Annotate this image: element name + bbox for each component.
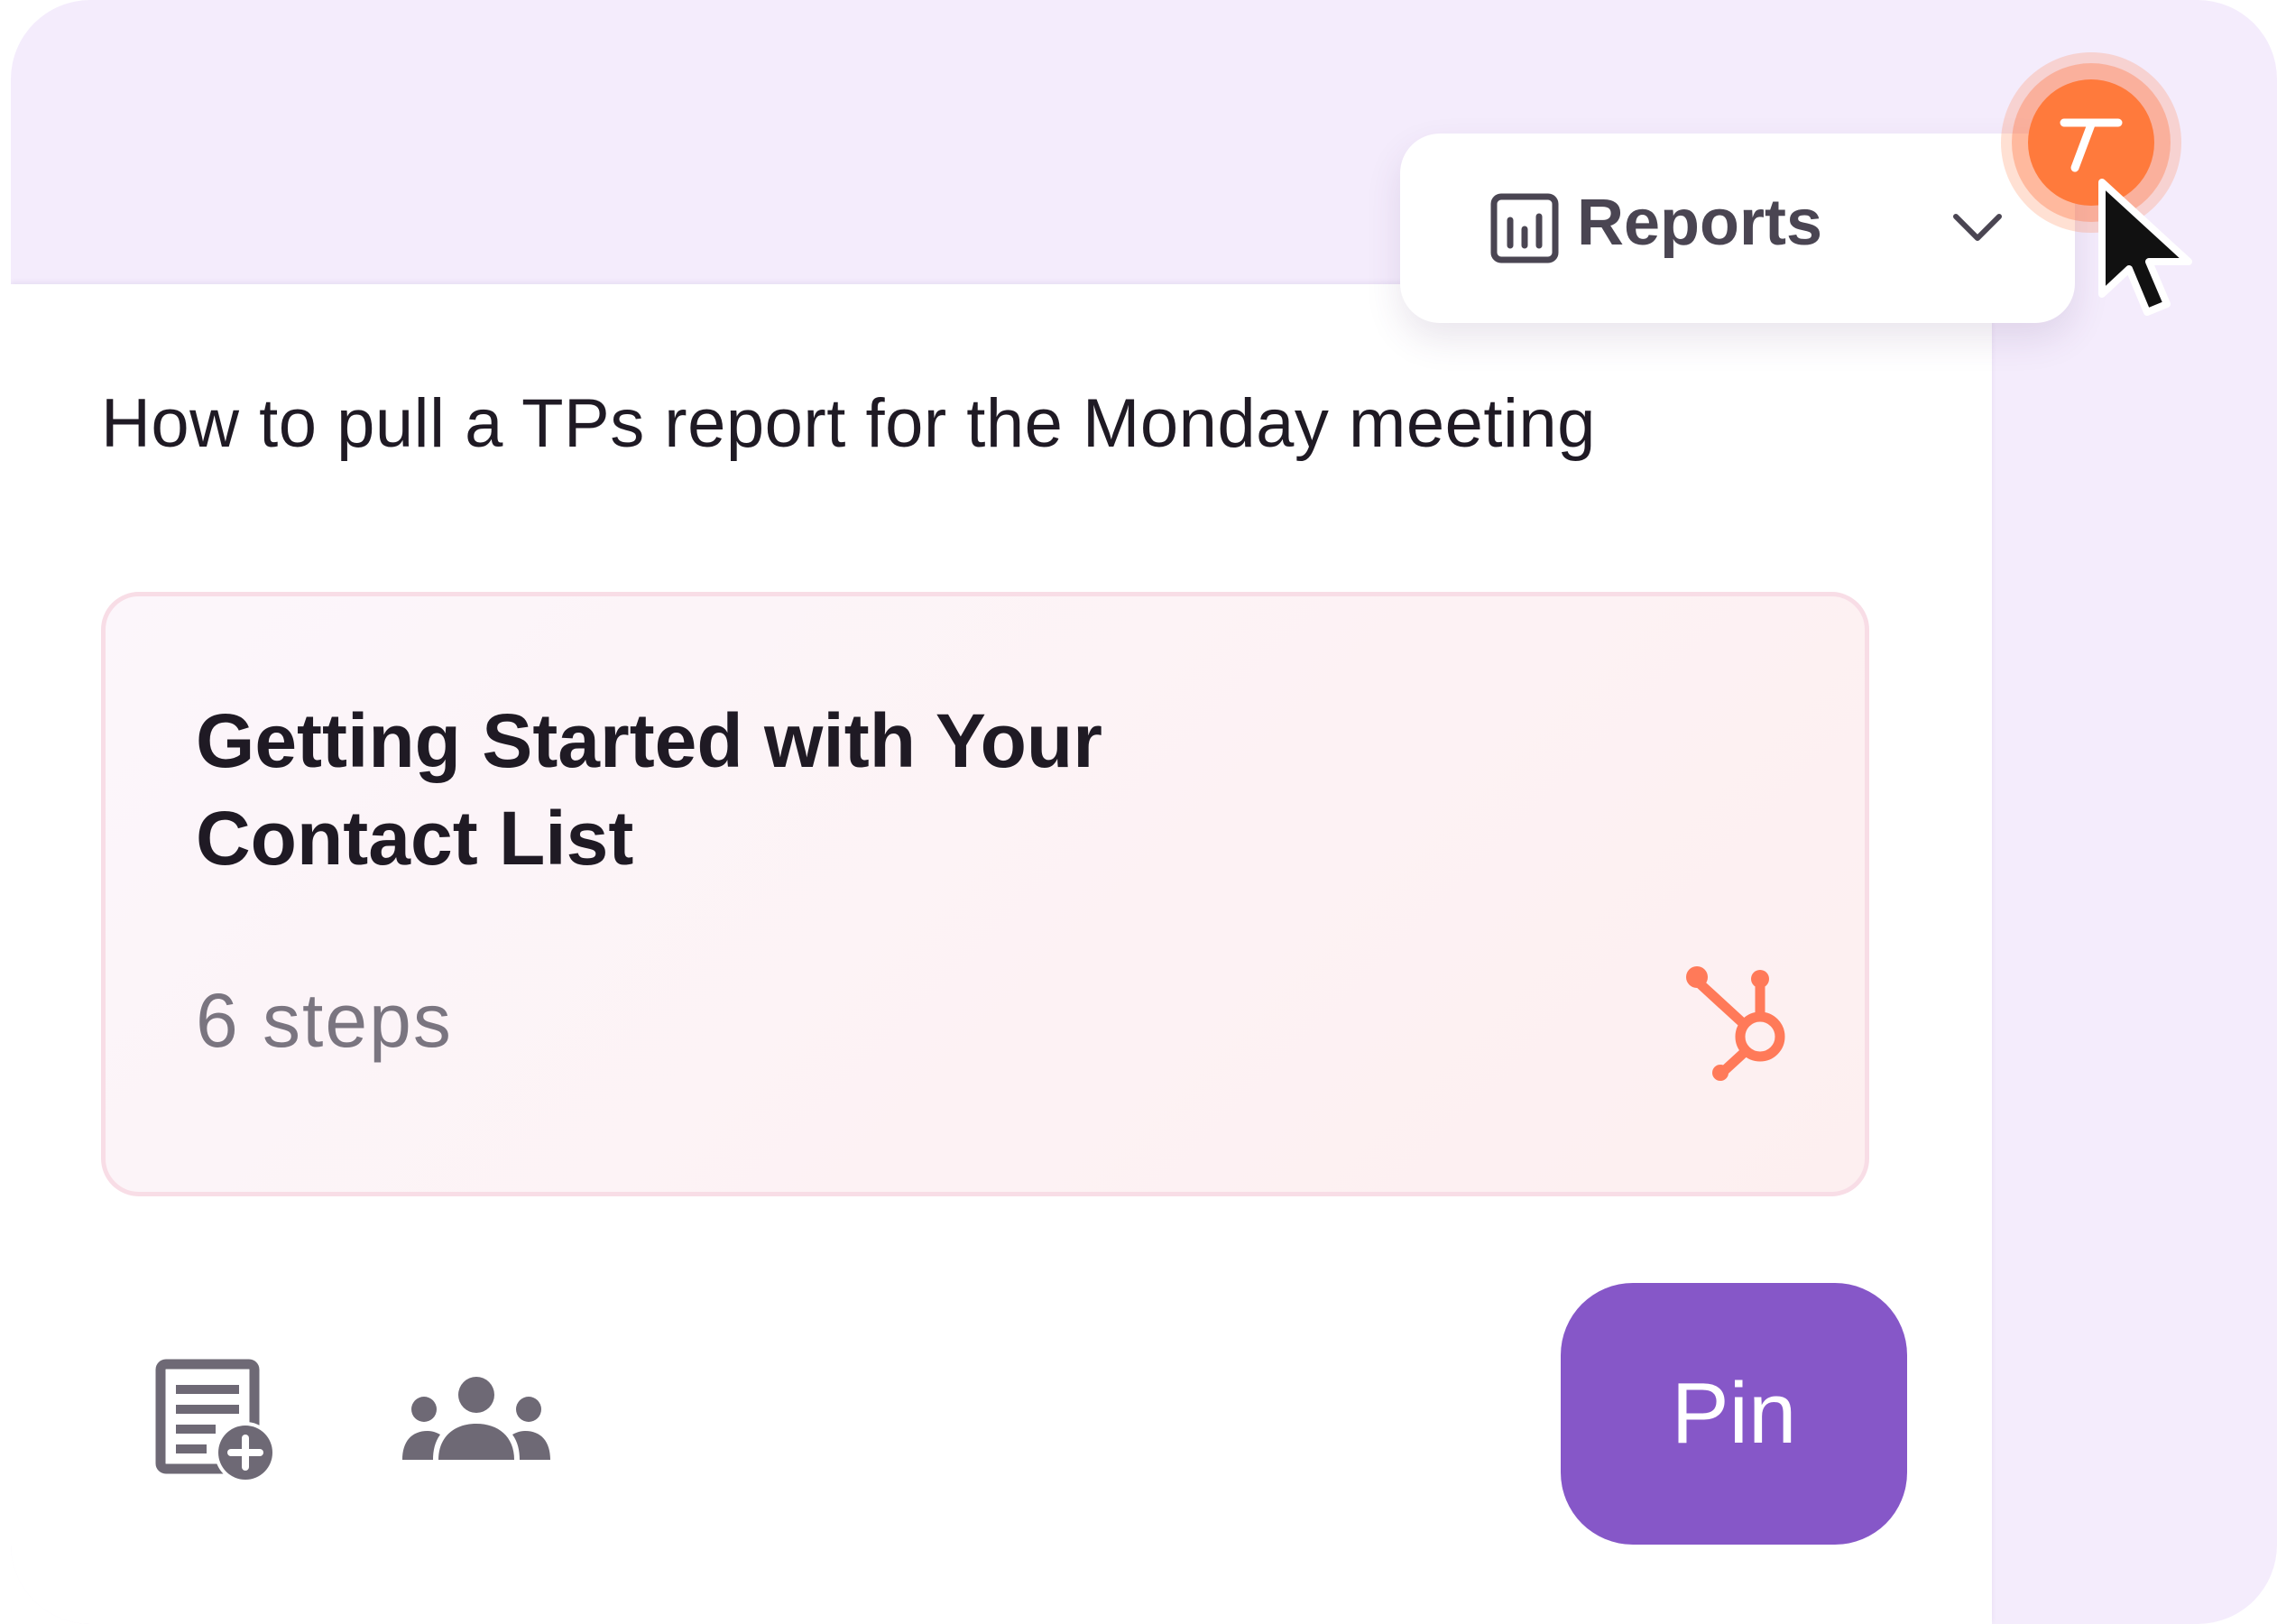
guide-title: Getting Started with Your Contact List xyxy=(196,698,1102,881)
pin-button[interactable]: Pin xyxy=(1561,1283,1907,1545)
reports-dropdown[interactable]: Reports xyxy=(1400,134,2075,323)
chevron-down-icon xyxy=(1953,214,2002,241)
bar-chart-icon xyxy=(1490,193,1559,263)
hubspot-icon xyxy=(1686,966,1785,1081)
reports-label: Reports xyxy=(1577,187,1823,259)
page-title: How to pull a TPs report for the Monday … xyxy=(101,385,1596,462)
t-logo-icon xyxy=(2060,118,2123,172)
guide-step-count: 6 steps xyxy=(196,978,453,1063)
mouse-cursor-icon xyxy=(2098,179,2192,316)
guide-card[interactable]: Getting Started with Your Contact List 6… xyxy=(101,592,1869,1196)
team-icon[interactable] xyxy=(402,1373,550,1463)
add-document-icon[interactable] xyxy=(155,1359,281,1485)
